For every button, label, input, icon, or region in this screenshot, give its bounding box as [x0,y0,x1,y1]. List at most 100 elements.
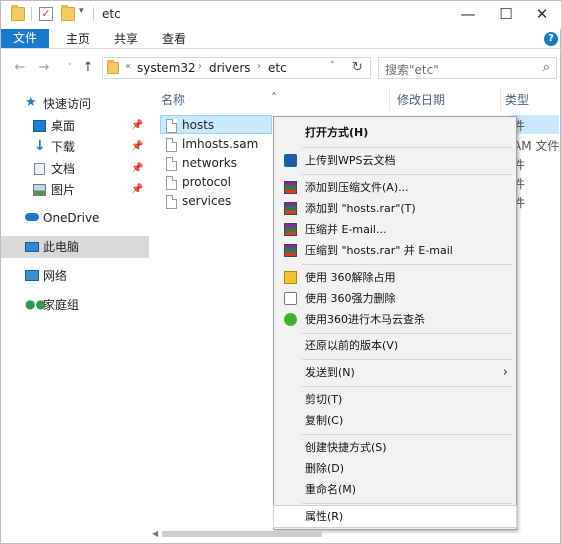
tab-view[interactable]: 查看 [162,29,186,49]
menu-item-open-with[interactable]: 打开方式(H) [274,122,516,143]
file-row-services[interactable]: services [161,192,273,211]
recent-locations-chevron-icon[interactable]: ˅ [61,59,79,77]
folder-icon [107,60,119,74]
column-divider[interactable] [389,87,390,111]
sidebar-item-network[interactable]: 网络 [1,265,149,287]
overflow-chevron-icon[interactable]: « [125,61,131,72]
breadcrumb-drivers[interactable]: drivers [209,61,251,75]
menu-item-compress-hosts-email[interactable]: 压缩到 "hosts.rar" 并 E-mail [274,240,516,261]
back-arrow-icon[interactable]: ← [11,59,29,77]
scrollbar-thumb[interactable] [162,531,322,537]
sidebar-item-homegroup[interactable]: ●● 家庭组 [1,294,149,316]
sidebar-item-documents[interactable]: 文档 📌 [1,158,149,180]
file-row-hosts[interactable]: hosts [160,115,272,134]
breadcrumb-system32[interactable]: system32 [137,61,196,75]
submenu-arrow-icon: › [502,365,508,380]
sidebar-item-label: 快速访问 [43,97,92,111]
address-bar[interactable]: « system32 › drivers › etc ˅ [102,57,371,79]
tab-home[interactable]: 主页 [66,29,90,49]
column-type[interactable]: 类型 [505,91,529,108]
menu-item-cut[interactable]: 剪切(T) [274,389,516,410]
tab-share[interactable]: 共享 [114,29,138,49]
file-icon [166,157,177,171]
folder-icon [11,5,25,21]
menu-label: 属性(R) [305,510,344,523]
menu-item-copy[interactable]: 复制(C) [274,410,516,431]
menu-label: 添加到压缩文件(A)... [305,181,409,194]
menu-item-send-to[interactable]: 发送到(N) › [274,362,516,383]
properties-quick-icon[interactable]: ✓ [39,7,53,21]
navigation-bar: ← → ˅ ↑ « system32 › drivers › etc ˅ ↻ 搜… [1,50,561,86]
menu-item-restore-versions[interactable]: 还原以前的版本(V) [274,335,516,356]
star-icon: ★ [25,95,37,110]
pin-icon[interactable]: 📌 [131,136,143,158]
menu-item-360-force-delete[interactable]: 使用 360强力删除 [274,288,516,309]
refresh-icon[interactable]: ↻ [345,57,371,79]
menu-item-rename[interactable]: 重命名(M) [274,479,516,500]
navigation-pane: ★ 快速访问 桌面 📌 ↓ 下载 📌 文档 📌 图片 📌 OneDrive 此电… [1,87,149,527]
ribbon-tabs: 文件 主页 共享 查看 ? [1,29,561,49]
scroll-left-icon[interactable]: ◀ [152,529,158,538]
menu-item-compress-email[interactable]: 压缩并 E-mail... [274,219,516,240]
address-dropdown-icon[interactable]: ˅ [330,61,335,71]
breadcrumb-separator-icon[interactable]: › [257,61,261,72]
menu-item-delete[interactable]: 删除(D) [274,458,516,479]
close-button[interactable]: ✕ [521,1,561,27]
column-divider[interactable] [500,87,501,111]
file-name: hosts [182,118,215,132]
sidebar-item-desktop[interactable]: 桌面 📌 [1,115,149,137]
quick-access-dropdown-icon[interactable]: ▾ [79,6,84,16]
horizontal-scrollbar[interactable]: ◀ [150,529,557,539]
sidebar-item-quick-access[interactable]: ★ 快速访问 [1,93,149,115]
menu-separator [302,386,512,387]
menu-item-properties[interactable]: 属性(R) [273,505,517,528]
up-arrow-icon[interactable]: ↑ [79,59,97,77]
menu-item-add-archive[interactable]: 添加到压缩文件(A)... [274,177,516,198]
menu-item-add-hosts-rar[interactable]: 添加到 "hosts.rar"(T) [274,198,516,219]
sidebar-item-this-pc[interactable]: 此电脑 [1,236,149,258]
column-header: ˄ 名称 修改日期 类型 [151,87,561,111]
pin-icon[interactable]: 📌 [131,179,143,201]
file-name: networks [182,156,237,170]
360-unlock-icon [284,271,297,284]
sidebar-item-downloads[interactable]: ↓ 下载 📌 [1,136,149,158]
menu-item-upload-wps[interactable]: 上传到WPS云文档 [274,150,516,171]
breadcrumb-separator-icon[interactable]: › [198,61,202,72]
documents-icon [34,163,45,175]
sidebar-item-label: 图片 [51,183,76,197]
file-icon [166,176,177,190]
column-date-modified[interactable]: 修改日期 [397,91,445,108]
sort-ascending-icon: ˄ [271,91,277,105]
pin-icon[interactable]: 📌 [131,158,143,180]
menu-item-create-shortcut[interactable]: 创建快捷方式(S) [274,437,516,458]
file-icon [166,138,177,152]
minimize-button[interactable]: — [447,1,489,27]
winrar-icon [284,223,297,236]
menu-item-360-trojan-scan[interactable]: 使用360进行木马云查杀 [274,309,516,330]
file-type-cell: AM 文件 [513,139,560,153]
sidebar-item-label: 下载 [51,140,76,154]
menu-separator [302,174,512,175]
file-row-lmhosts[interactable]: lmhosts.sam [161,135,273,154]
menu-label: 发送到(N) [305,366,355,379]
file-row-protocol[interactable]: protocol [161,173,273,192]
search-input[interactable]: 搜索"etc" ⌕ [378,57,557,79]
menu-item-360-unlock[interactable]: 使用 360解除占用 [274,267,516,288]
cloud-icon [25,213,39,221]
divider [31,7,32,21]
sidebar-item-pictures[interactable]: 图片 📌 [1,179,149,201]
search-icon[interactable]: ⌕ [543,60,550,75]
download-icon: ↓ [34,138,46,154]
column-name[interactable]: 名称 [161,91,185,108]
breadcrumb-etc[interactable]: etc [268,61,287,75]
new-folder-quick-icon[interactable] [61,5,75,21]
file-name: protocol [182,175,231,189]
pin-icon[interactable]: 📌 [131,115,143,137]
menu-separator [302,333,512,334]
forward-arrow-icon[interactable]: → [35,59,53,77]
file-icon [166,119,177,133]
file-row-networks[interactable]: networks [161,154,273,173]
help-icon[interactable]: ? [544,32,558,46]
sidebar-item-onedrive[interactable]: OneDrive [1,207,149,229]
tab-file[interactable]: 文件 [1,29,49,48]
